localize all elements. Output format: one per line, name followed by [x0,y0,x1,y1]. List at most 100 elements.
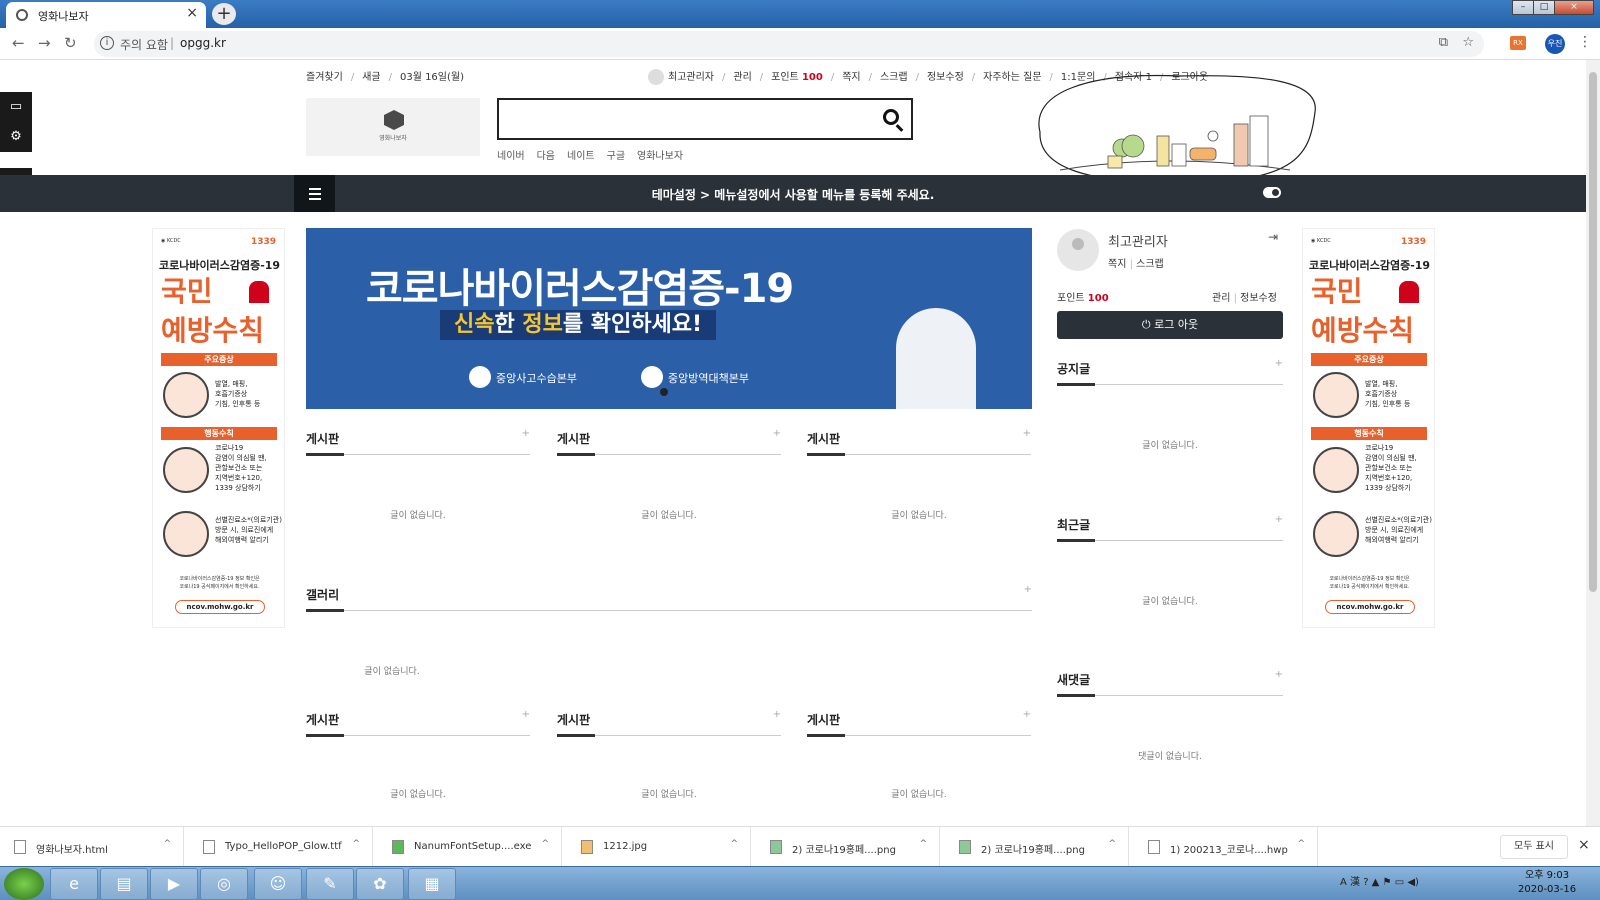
search-link-nate[interactable]: 네이트 [567,151,595,162]
folder-icon[interactable]: ▤ [100,868,148,900]
extension-icon[interactable]: RX [1510,36,1526,50]
board-title[interactable]: 게시판 [807,430,1031,447]
reload-icon[interactable]: ↻ [64,34,77,52]
taskbar-clock[interactable]: 오후 9:03 2020-03-16 [1518,869,1576,897]
ie-icon[interactable]: e [50,868,98,900]
close-downloads-icon[interactable]: × [1578,837,1590,853]
chart-app-icon[interactable]: ▦ [408,868,456,900]
board-title[interactable]: 게시판 [557,430,781,447]
left-covid-ad[interactable]: ◉ KCDC 1339 코로나바이러스감염증-19 국민 예방수칙 주요증상 발… [152,228,285,628]
board-title[interactable]: 게시판 [807,711,1031,728]
favorites-link[interactable]: 즐겨찾기 [306,72,343,83]
board-title[interactable]: 게시판 [306,430,530,447]
theme-toggle[interactable] [1263,187,1281,198]
game-icon[interactable]: ✿ [356,868,404,900]
download-item[interactable]: Typo_HelloPOP_Glow.ttf ^ [189,827,373,867]
new-posts-link[interactable]: 새글 [362,72,380,83]
paint-icon[interactable]: ✎ [306,868,354,900]
sidebar-scrap-link[interactable]: 스크랩 [1136,259,1164,270]
maximize-button[interactable]: □ [1533,0,1555,15]
scroll-thumb[interactable] [1589,72,1597,592]
close-tab-icon[interactable]: × [186,5,198,21]
logout-button[interactable]: ⏻ 로그 아웃 [1057,311,1283,339]
admin-link[interactable]: 관리 [733,72,751,83]
search-icon[interactable] [883,109,899,125]
site-logo[interactable]: 영화나보자 [306,98,480,156]
download-item[interactable]: 영화나보자.html ^ [0,827,184,867]
address-bar[interactable]: i 주의 요함 | opgg.kr ☆ ⧉ [94,31,1484,57]
forward-icon[interactable]: → [38,34,51,52]
download-item[interactable]: 2) 코로나19홍페....png ^ [756,827,940,867]
messenger-icon[interactable]: ☺ [254,868,302,900]
browser-tab[interactable]: 영화나보자 × [6,2,206,28]
bookmark-star-icon[interactable]: ☆ [1462,35,1474,50]
minimize-button[interactable]: – [1512,0,1534,15]
chevron-up-icon[interactable]: ^ [541,839,549,849]
download-item[interactable]: 1212.jpg ^ [567,827,751,867]
point-label[interactable]: 포인트 [771,72,799,83]
window-close-button[interactable]: × [1554,0,1594,15]
info-icon[interactable]: i [100,36,114,50]
more-plus-icon[interactable]: + [1275,358,1283,369]
more-plus-icon[interactable]: + [773,428,781,439]
user-avatar[interactable] [1057,229,1099,271]
notice-title[interactable]: 공지글 [1057,360,1283,377]
monitor-icon[interactable]: ▭ [0,92,32,122]
gallery-title[interactable]: 갤러리 [306,586,1032,603]
back-icon[interactable]: ← [12,34,25,52]
board-title[interactable]: 게시판 [306,711,530,728]
more-plus-icon[interactable]: + [522,709,530,720]
chevron-up-icon[interactable]: ^ [919,839,927,849]
recent-title[interactable]: 최근글 [1057,516,1283,533]
download-item[interactable]: 2) 코로나19홍페....png ^ [945,827,1129,867]
media-player-icon[interactable]: ▶ [150,868,198,900]
more-plus-icon[interactable]: + [1023,428,1031,439]
show-all-downloads-button[interactable]: 모두 표시 [1500,835,1568,859]
memo-link[interactable]: 쪽지 [842,72,860,83]
system-tray-icons[interactable]: A 漢 ? ▲ ⚑ ▭ ◀) [1340,873,1419,888]
url-text[interactable]: opgg.kr [180,36,226,50]
chrome-icon[interactable]: ◎ [200,868,248,900]
edit-info-link[interactable]: 정보수정 [927,72,964,83]
user-name-link[interactable]: 최고관리자 [668,72,714,83]
sign-out-icon[interactable]: ⇥ [1268,230,1278,244]
chevron-up-icon[interactable]: ^ [352,839,360,849]
sidebar-admin-link[interactable]: 관리 [1212,293,1230,304]
search-link-site[interactable]: 영화나보자 [637,151,683,162]
download-item[interactable]: NanumFontSetup....exe ^ [378,827,562,867]
page-scrollbar[interactable] [1586,60,1600,826]
ad-url[interactable]: ncov.mohw.go.kr [175,600,265,614]
search-input[interactable] [497,98,913,140]
comments-title[interactable]: 새댓글 [1057,671,1283,688]
new-tab-button[interactable]: + [212,3,236,25]
gear-icon[interactable]: ⚙ [0,122,32,152]
start-button[interactable] [4,868,44,900]
board-title[interactable]: 게시판 [557,711,781,728]
more-plus-icon[interactable]: + [1275,514,1283,525]
right-covid-ad[interactable]: ◉ KCDC 1339 코로나바이러스감염증-19 국민 예방수칙 주요증상 발… [1302,228,1435,628]
slide-indicator[interactable] [660,388,668,396]
more-plus-icon[interactable]: + [1024,584,1032,595]
chevron-up-icon[interactable]: ^ [730,839,738,849]
sidebar-user-name[interactable]: 최고관리자 [1108,231,1168,250]
chevron-up-icon[interactable]: ^ [1108,839,1116,849]
download-item[interactable]: 1) 200213_코로나....hwp ^ [1134,827,1318,867]
chevron-up-icon[interactable]: ^ [1297,839,1305,849]
covid-banner[interactable]: 코로나바이러스감염증-19 신속한 정보를 확인하세요! 중앙사고수습본부 중앙… [306,228,1032,409]
ad-url[interactable]: ncov.mohw.go.kr [1325,600,1415,614]
chevron-up-icon[interactable]: ^ [163,839,171,849]
translate-icon[interactable]: ⧉ [1439,35,1448,50]
search-link-google[interactable]: 구글 [607,151,625,162]
profile-avatar[interactable]: 우진 [1545,34,1565,54]
browser-menu-icon[interactable]: ⋮ [1578,34,1592,50]
more-plus-icon[interactable]: + [522,428,530,439]
more-plus-icon[interactable]: + [773,709,781,720]
more-plus-icon[interactable]: + [1023,709,1031,720]
scrap-link[interactable]: 스크랩 [880,72,908,83]
more-plus-icon[interactable]: + [1275,669,1283,680]
sidebar-edit-link[interactable]: 정보수정 [1240,293,1277,304]
search-link-daum[interactable]: 다음 [537,151,555,162]
sidebar-memo-link[interactable]: 쪽지 [1108,259,1126,270]
search-link-naver[interactable]: 네이버 [497,151,525,162]
sidebar-point-label[interactable]: 포인트 [1057,293,1085,304]
